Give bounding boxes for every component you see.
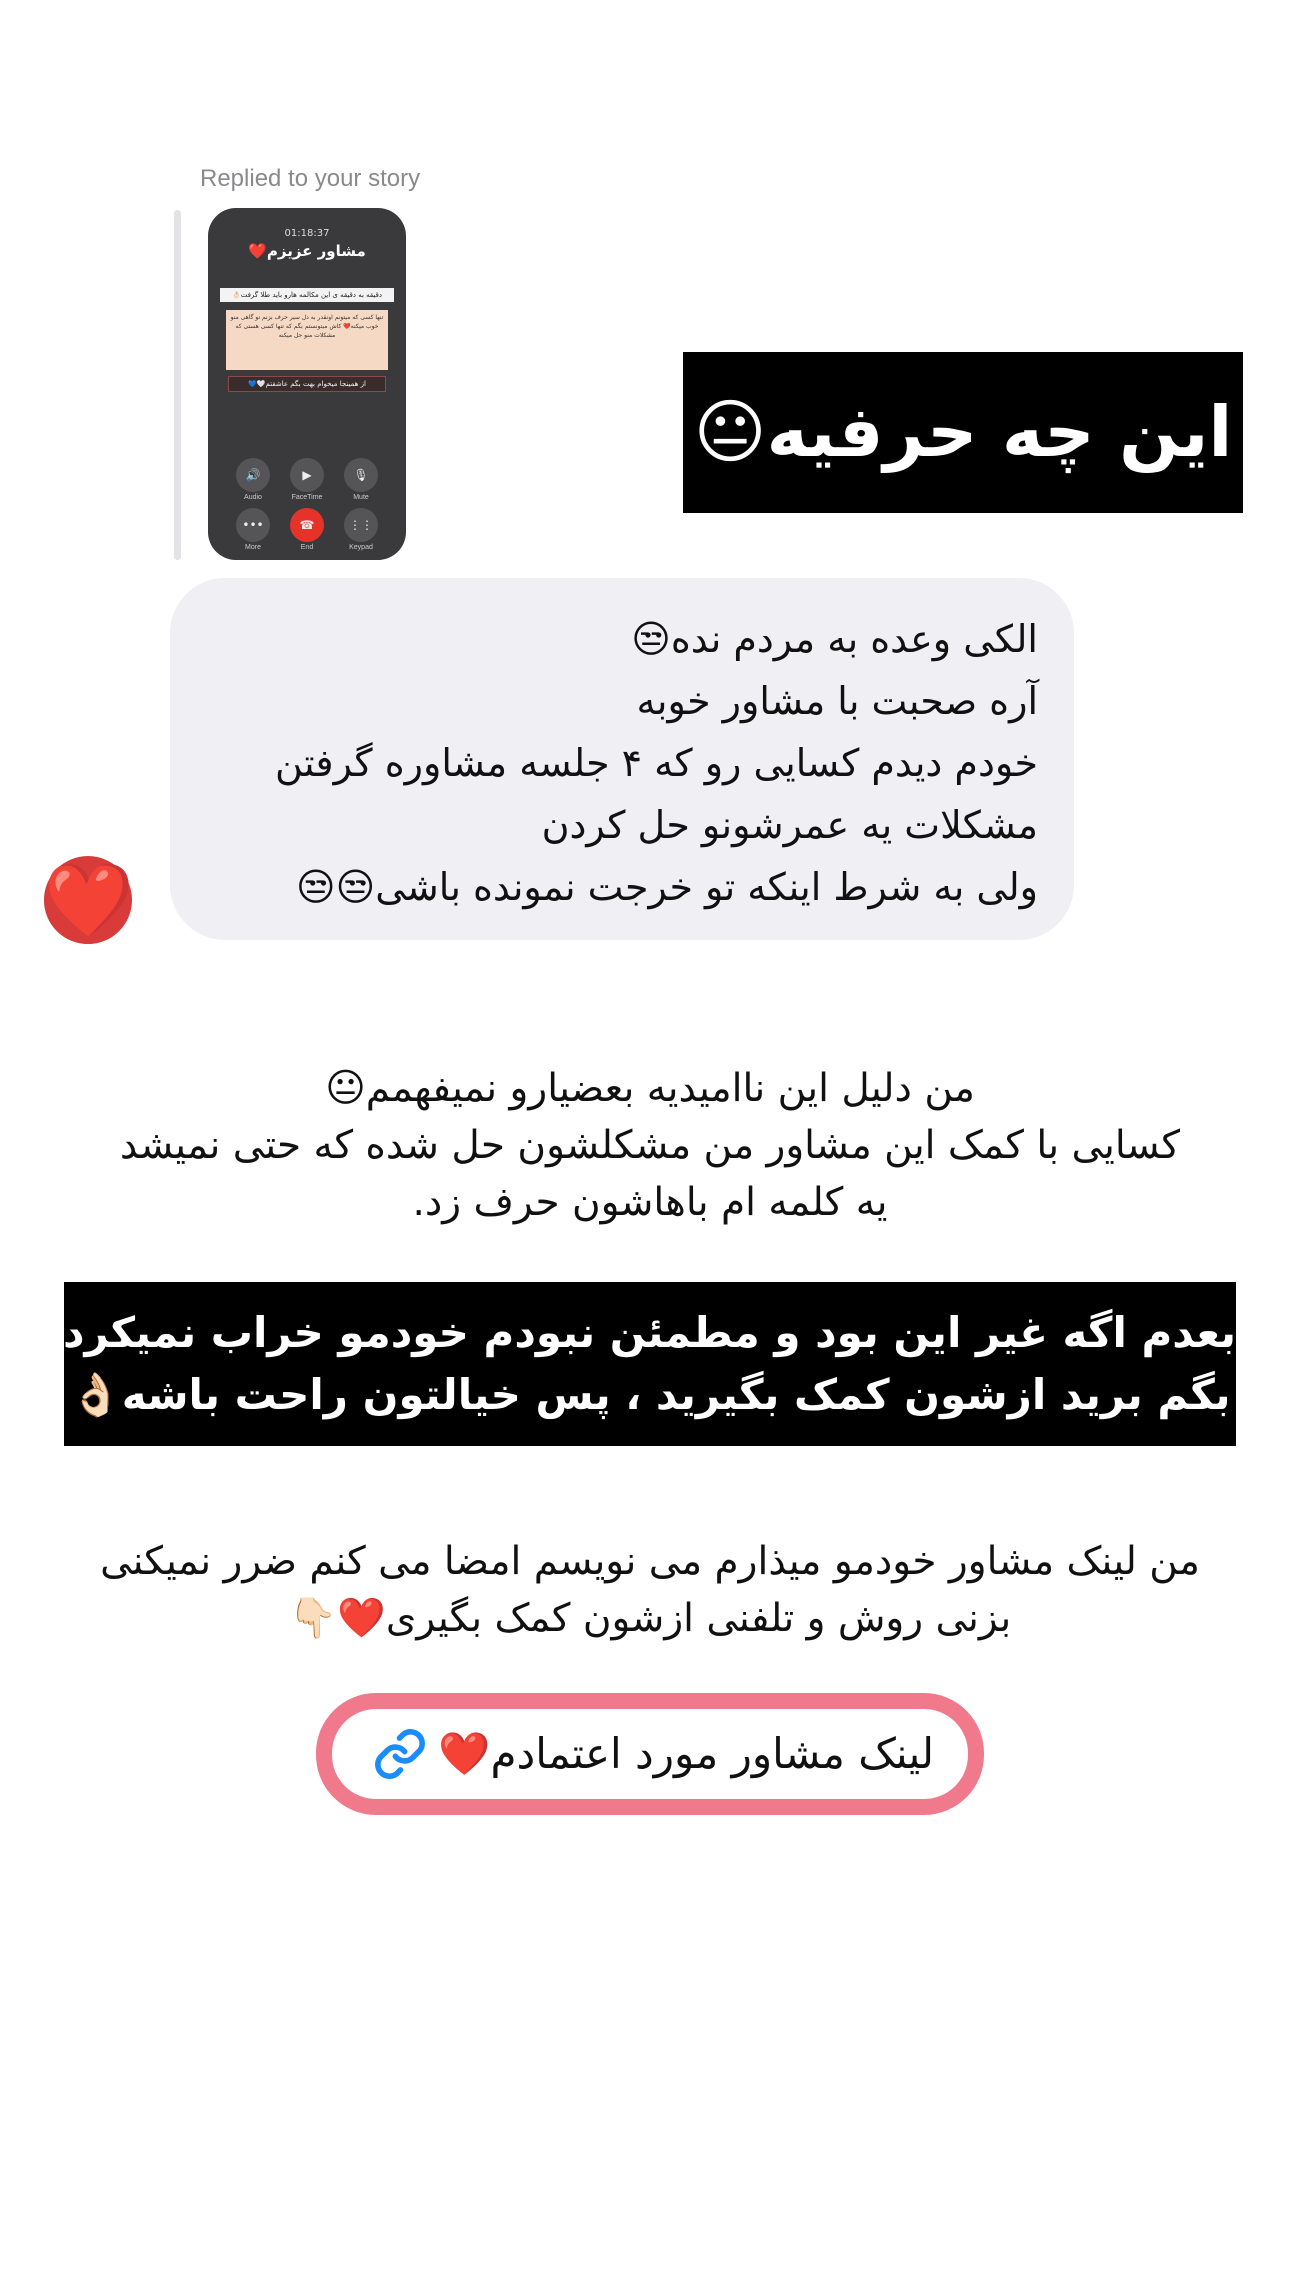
story-note: تنها کسی که میتونم اونقدر به دل سیر حرف … [226, 310, 388, 370]
heart-reaction-icon[interactable]: ❤️ [44, 856, 134, 944]
keypad-label: Keypad [349, 544, 373, 551]
audio-icon: 🔊 [236, 458, 270, 492]
link-sticker[interactable]: لینک مشاور مورد اعتمادم❤️ [316, 1693, 984, 1815]
message-line: ولی به شرط اینکه تو خرجت نمونده باشی😒😒 [296, 865, 1038, 909]
reply-quote-bar [174, 210, 181, 560]
caption-line: من دلیل این ناامیدیه بعضیارو نمیفهمم😐 [325, 1066, 975, 1111]
more-label: More [245, 544, 261, 551]
mute-icon: 🎙 [344, 458, 378, 492]
message-line: خودم دیدم کسایی رو که ۴ جلسه مشاوره گرفت… [275, 741, 1038, 785]
end-call-icon: ☎ [290, 508, 324, 542]
story-text-2: از همینجا میخوام بهت بگم عاشقتم🤍💙 [228, 376, 386, 392]
mute-label: Mute [353, 494, 369, 501]
highlight-line: بگم برید ازشون کمک بگیرید ، پس خیالتون ر… [69, 1370, 1231, 1419]
message-line: مشکلات یه عمرشونو حل کردن [541, 803, 1038, 847]
caption-line: بزنی روش و تلفنی ازشون کمک بگیری❤️👇🏻 [288, 1596, 1012, 1641]
highlight-caption-box: بعدم اگه غیر این بود و مطمئن نبودم خودمو… [32, 1282, 1236, 1446]
caption-paragraph-2: من لینک مشاور خودمو میذارم می نویسم امضا… [60, 1533, 1240, 1647]
message-line: آره صحبت با مشاور خوبه [636, 679, 1038, 723]
story-text-1: دقیقه به دقیقه ی این مکالمه هارو باید طل… [220, 288, 394, 302]
link-sticker-label: لینک مشاور مورد اعتمادم❤️ [438, 1729, 934, 1778]
end-label: End [300, 544, 314, 551]
caption-paragraph-1: من دلیل این ناامیدیه بعضیارو نمیفهمم😐 کس… [60, 1060, 1240, 1231]
message-bubble[interactable]: الکی وعده به مردم نده😒 آره صحبت با مشاور… [170, 578, 1074, 940]
caption-line: یه کلمه ام باهاشون حرف زد. [412, 1180, 888, 1225]
audio-label: Audio [244, 494, 262, 501]
call-timer: 01:18:37 [284, 228, 330, 239]
title-caption: این چه حرفیه😐 [683, 352, 1243, 513]
caption-line: کسایی با کمک این مشاور من مشکلشون حل شده… [119, 1123, 1181, 1168]
facetime-icon: ▶ [290, 458, 324, 492]
replied-to-story-label: Replied to your story [200, 165, 421, 192]
link-icon [372, 1726, 428, 1782]
message-line: الکی وعده به مردم نده😒 [631, 617, 1038, 661]
facetime-label: FaceTime [291, 494, 323, 501]
caller-name: مشاور عزیزم❤️ [248, 242, 366, 260]
keypad-icon: ⋮⋮ [344, 508, 378, 542]
caption-line: من لینک مشاور خودمو میذارم می نویسم امضا… [100, 1539, 1200, 1584]
more-icon: ••• [236, 508, 270, 542]
highlight-line: بعدم اگه غیر این بود و مطمئن نبودم خودمو… [32, 1308, 1236, 1357]
story-thumbnail[interactable]: 01:18:37 مشاور عزیزم❤️ دقیقه به دقیقه ی … [208, 208, 406, 560]
